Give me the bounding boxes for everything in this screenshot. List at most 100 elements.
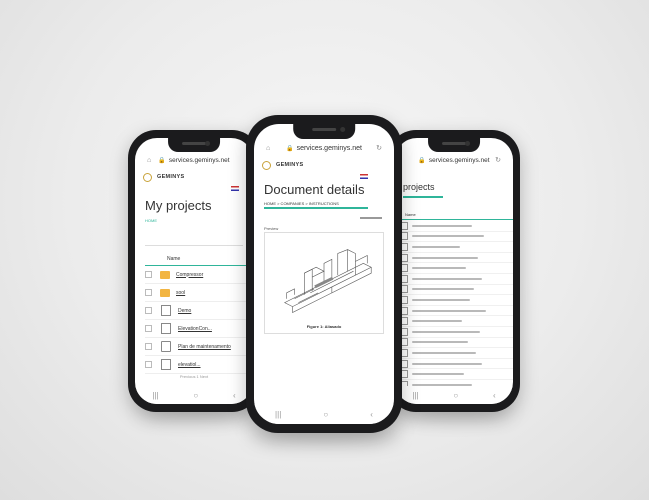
folder-icon (160, 288, 170, 297)
item-name-placeholder[interactable] (412, 256, 478, 259)
item-name-placeholder[interactable] (412, 245, 460, 248)
phone-right: 🔒 services.geminys.net ↻ projects Name |… (388, 130, 520, 412)
document-icon (401, 317, 408, 326)
folder-icon (160, 270, 170, 279)
checkbox[interactable] (145, 325, 152, 332)
list-item[interactable]: Plan de maintenamento (145, 338, 253, 356)
item-name-placeholder[interactable] (412, 351, 476, 354)
item-name-placeholder[interactable] (412, 309, 486, 312)
url-text: services.geminys.net (296, 144, 362, 152)
home-button-icon[interactable]: ○ (193, 391, 198, 400)
item-name[interactable]: elevatiol... (178, 362, 201, 368)
lock-icon: 🔒 (158, 157, 166, 164)
lock-icon: 🔒 (418, 157, 426, 164)
item-name-placeholder[interactable] (412, 267, 466, 270)
document-preview[interactable]: Figure 1: Aliasado (264, 232, 384, 334)
list-item[interactable] (395, 306, 513, 317)
list-item[interactable]: ElevationCon... (145, 320, 253, 338)
recents-icon[interactable]: ||| (152, 391, 158, 400)
document-icon (161, 359, 171, 370)
item-name[interactable]: Plan de maintenamento (178, 344, 231, 350)
table-header: Name (395, 210, 513, 220)
list-item[interactable] (395, 359, 513, 370)
list-item[interactable]: elevatiol... (145, 356, 253, 374)
reload-icon[interactable]: ↻ (376, 144, 382, 152)
document-icon (401, 242, 408, 251)
item-name-placeholder[interactable] (412, 288, 474, 291)
recents-icon[interactable]: ||| (412, 391, 418, 400)
item-name-placeholder[interactable] (412, 235, 484, 238)
notch (428, 138, 480, 152)
logo-icon (143, 172, 152, 182)
checkbox[interactable] (145, 289, 152, 296)
list-item[interactable] (395, 316, 513, 327)
checkbox[interactable] (145, 307, 152, 314)
item-name-placeholder[interactable] (412, 298, 470, 301)
list-item[interactable] (395, 327, 513, 338)
search-input[interactable] (145, 235, 243, 246)
reload-icon[interactable]: ↻ (495, 156, 501, 164)
list-item[interactable] (395, 242, 513, 253)
phone-center-screen: ⌂ 🔒 services.geminys.net ↻ GEMINYS Docum… (254, 124, 394, 424)
list-item[interactable] (395, 253, 513, 264)
back-icon[interactable]: ‹ (370, 410, 373, 419)
item-name[interactable]: sool (176, 290, 185, 296)
notch (168, 138, 220, 152)
android-nav-bar: ||| ○ ‹ (135, 386, 253, 404)
address-bar[interactable]: ⌂ 🔒 services.geminys.net ↻ (254, 140, 394, 156)
back-icon[interactable]: ‹ (233, 391, 236, 400)
app-header: GEMINYS (262, 158, 386, 172)
home-icon[interactable]: ⌂ (266, 145, 270, 152)
item-name[interactable]: ElevationCon... (178, 326, 212, 332)
address-bar[interactable]: 🔒 services.geminys.net ↻ (395, 152, 513, 168)
pagination[interactable]: Previous 1 Next (135, 374, 253, 379)
brand-name: GEMINYS (276, 162, 304, 168)
home-icon[interactable]: ⌂ (147, 157, 151, 164)
document-icon (401, 264, 408, 273)
item-name[interactable]: Compressor (176, 272, 203, 278)
list-item[interactable] (395, 295, 513, 306)
android-nav-bar: ||| ○ ‹ (254, 404, 394, 424)
url-text: services.geminys.net (428, 156, 490, 164)
item-name-placeholder[interactable] (412, 341, 468, 344)
file-icon (161, 341, 171, 352)
checkbox[interactable] (145, 271, 152, 278)
column-name: Name (405, 212, 416, 217)
document-icon (401, 295, 408, 304)
breadcrumb[interactable]: HOME > COMPANIES > INSTRUCTIONS (264, 201, 339, 206)
list-item[interactable] (395, 232, 513, 243)
list-item[interactable]: sool (145, 284, 253, 302)
item-name-placeholder[interactable] (412, 330, 480, 333)
list-item[interactable]: Compressor (145, 266, 253, 284)
item-name-placeholder[interactable] (412, 373, 464, 376)
flag-icon[interactable] (231, 186, 239, 191)
back-icon[interactable]: ‹ (493, 391, 496, 400)
recents-icon[interactable]: ||| (275, 410, 281, 419)
flag-icon[interactable] (360, 174, 368, 179)
list-item[interactable] (395, 369, 513, 380)
checkbox[interactable] (145, 343, 152, 350)
home-button-icon[interactable]: ○ (323, 410, 328, 419)
home-button-icon[interactable]: ○ (453, 391, 458, 400)
list-item[interactable] (395, 338, 513, 349)
breadcrumb[interactable] (403, 196, 443, 198)
address-bar[interactable]: ⌂ 🔒 services.geminys.net (135, 152, 253, 168)
notch (293, 124, 355, 139)
list-item[interactable] (395, 348, 513, 359)
item-name[interactable]: Demo (178, 308, 191, 314)
breadcrumb[interactable]: HOME (145, 218, 157, 223)
document-icon (401, 306, 408, 315)
item-name-placeholder[interactable] (412, 362, 482, 365)
document-icon (401, 221, 408, 230)
item-name-placeholder[interactable] (412, 320, 462, 323)
phone-right-screen: 🔒 services.geminys.net ↻ projects Name |… (395, 138, 513, 404)
item-name-placeholder[interactable] (412, 224, 472, 227)
list-item[interactable]: Demo (145, 302, 253, 320)
list-item[interactable] (395, 221, 513, 232)
toolbar-action[interactable] (360, 217, 382, 219)
list-item[interactable] (395, 274, 513, 285)
list-item[interactable] (395, 285, 513, 296)
list-item[interactable] (395, 263, 513, 274)
checkbox[interactable] (145, 361, 152, 368)
item-name-placeholder[interactable] (412, 277, 482, 280)
